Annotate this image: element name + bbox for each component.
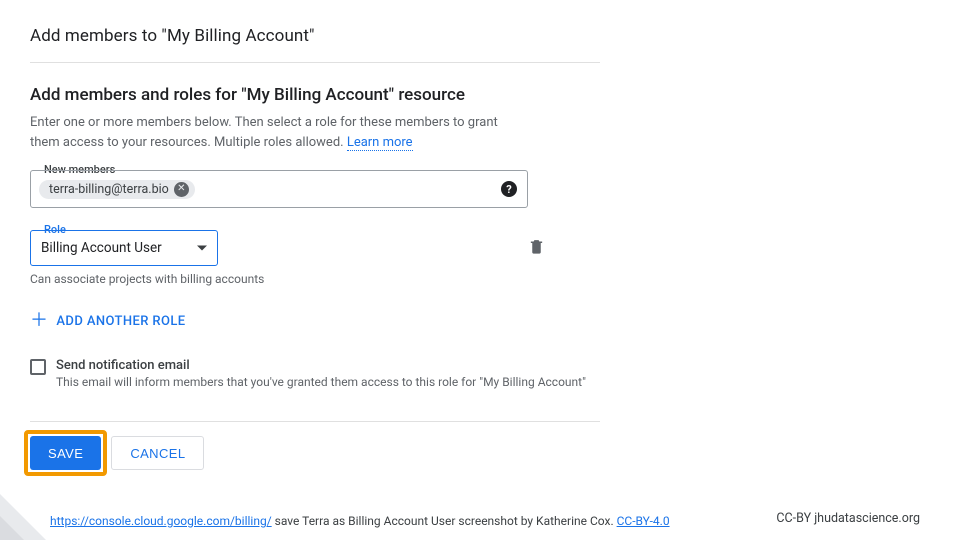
attribution-text: https://console.cloud.google.com/billing… (50, 514, 670, 528)
cancel-button[interactable]: CANCEL (111, 436, 204, 470)
remove-chip-icon[interactable]: ✕ (174, 182, 189, 197)
member-chip-text: terra-billing@terra.bio (49, 182, 169, 197)
notification-row: Send notification email This email will … (30, 358, 600, 389)
section-desc-text: Enter one or more members below. Then se… (30, 115, 498, 150)
attribution-license-link[interactable]: CC-BY-4.0 (617, 514, 670, 528)
notification-label: Send notification email (56, 358, 586, 373)
help-icon[interactable]: ? (501, 181, 517, 197)
role-row: Role Billing Account User (30, 230, 600, 266)
add-another-role-label: ADD ANOTHER ROLE (56, 314, 185, 329)
dialog-title: Add members to "My Billing Account" (30, 26, 600, 63)
attribution-caption: save Terra as Billing Account User scree… (272, 514, 617, 528)
delete-role-icon[interactable] (528, 238, 545, 259)
new-members-field: New members terra-billing@terra.bio ✕ ? (30, 170, 600, 208)
role-selected-value: Billing Account User (41, 240, 162, 256)
role-select[interactable]: Billing Account User (30, 230, 218, 266)
member-chip: terra-billing@terra.bio ✕ (39, 180, 195, 199)
attribution-url[interactable]: https://console.cloud.google.com/billing… (50, 514, 272, 528)
section-description: Enter one or more members below. Then se… (30, 113, 520, 152)
chevron-down-icon (197, 246, 207, 251)
section-title: Add members and roles for "My Billing Ac… (30, 85, 600, 105)
dialog-actions: SAVE CANCEL (30, 421, 600, 470)
notification-text: Send notification email This email will … (56, 358, 586, 389)
notification-desc: This email will inform members that you'… (56, 375, 586, 389)
send-notification-checkbox[interactable] (30, 359, 46, 375)
save-button[interactable]: SAVE (30, 436, 101, 470)
learn-more-link[interactable]: Learn more (347, 135, 413, 151)
plus-icon: ＋ (30, 312, 48, 330)
add-another-role-button[interactable]: ＋ ADD ANOTHER ROLE (30, 312, 186, 330)
role-hint: Can associate projects with billing acco… (30, 272, 600, 286)
add-members-dialog: Add members to "My Billing Account" Add … (30, 26, 600, 470)
page-corner-decoration (0, 494, 46, 540)
cc-right-text: CC-BY jhudatascience.org (776, 511, 920, 526)
new-members-input[interactable]: terra-billing@terra.bio ✕ ? (30, 170, 528, 208)
